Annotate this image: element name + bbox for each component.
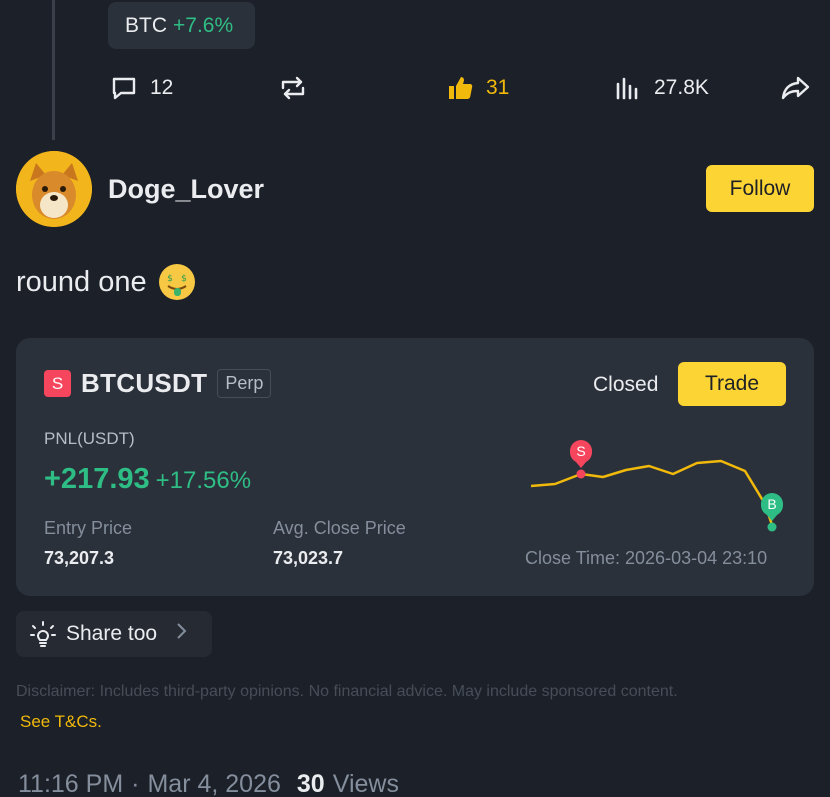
repost-icon xyxy=(281,76,305,100)
avg-close-price-value: 73,023.7 xyxy=(273,548,344,568)
follow-button[interactable]: Follow xyxy=(706,165,814,212)
position-status: Closed xyxy=(593,373,659,396)
share-too-button[interactable]: Share too xyxy=(16,611,212,657)
comment-icon xyxy=(112,77,136,100)
pnl-row: +217.93 +17.56% xyxy=(44,463,251,496)
trade-symbol: BTCUSDT xyxy=(81,368,208,398)
doge-avatar-icon xyxy=(16,151,92,227)
post-views-label: Views xyxy=(332,770,399,797)
svg-text:$: $ xyxy=(181,274,187,284)
repost-button[interactable] xyxy=(278,74,308,102)
sell-marker: S xyxy=(570,440,592,479)
pnl-label: PNL(USDT) xyxy=(44,429,135,448)
share-too-label: Share too xyxy=(66,622,158,645)
post-body: round one xyxy=(16,265,147,298)
post-views-count: 30 xyxy=(296,770,325,797)
buy-marker: B xyxy=(761,493,783,532)
trade-button[interactable]: Trade xyxy=(678,362,786,406)
meta-separator: · xyxy=(131,770,140,797)
comment-button[interactable]: 12 xyxy=(110,74,173,102)
pnl-value: +217.93 xyxy=(44,463,150,495)
trade-card[interactable]: S BTCUSDT Perp Closed Trade PNL(USDT) +2… xyxy=(16,338,814,596)
like-count: 31 xyxy=(486,76,510,99)
share-arrow-icon xyxy=(781,76,810,100)
coin-tag-change: +7.6% xyxy=(173,13,234,37)
buy-marker-label: B xyxy=(767,496,776,512)
avg-close-price-label: Avg. Close Price xyxy=(273,518,406,538)
share-post-button[interactable] xyxy=(780,74,812,102)
money-mouth-emoji-icon: $ $ xyxy=(158,264,195,300)
svg-text:$: $ xyxy=(167,274,173,284)
coin-tag[interactable]: BTC +7.6% xyxy=(108,2,255,49)
contract-type-badge: Perp xyxy=(217,369,272,398)
author-row[interactable]: Doge_Lover xyxy=(16,151,264,227)
close-time: Close Time: 2026-03-04 23:10 xyxy=(525,548,768,568)
coin-tag-symbol: BTC xyxy=(125,13,167,37)
post-date: Mar 4, 2026 xyxy=(147,770,281,797)
views-stat: 27.8K xyxy=(614,74,709,102)
price-sparkline: S B xyxy=(530,440,783,532)
entry-price-value: 73,207.3 xyxy=(44,548,115,568)
lightbulb-icon xyxy=(30,621,56,647)
sparkline-path xyxy=(530,459,774,526)
thumbs-up-icon xyxy=(449,77,473,99)
disclaimer-text: Disclaimer: Includes third-party opinion… xyxy=(16,683,678,700)
post-time: 11:16 PM xyxy=(18,770,124,797)
pnl-percent: +17.56% xyxy=(155,467,252,494)
post-text: round one $ $ xyxy=(16,264,195,300)
terms-link[interactable]: See T&Cs. xyxy=(20,712,102,732)
bar-chart-icon xyxy=(616,77,638,100)
side-badge: S xyxy=(44,370,71,397)
like-button[interactable]: 31 xyxy=(446,74,509,102)
comment-count: 12 xyxy=(150,76,174,99)
views-count: 27.8K xyxy=(654,76,709,99)
chevron-right-icon xyxy=(175,622,187,646)
post-actions: 12 31 27.8K xyxy=(108,70,818,106)
avatar[interactable] xyxy=(16,151,92,227)
sell-marker-label: S xyxy=(576,443,585,459)
thread-line xyxy=(52,0,55,140)
entry-price-label: Entry Price xyxy=(44,518,133,538)
post-meta: 11:16 PM · Mar 4, 2026 30 Views xyxy=(18,770,399,797)
author-name[interactable]: Doge_Lover xyxy=(108,174,264,205)
trade-card-header: S BTCUSDT Perp xyxy=(44,368,272,399)
